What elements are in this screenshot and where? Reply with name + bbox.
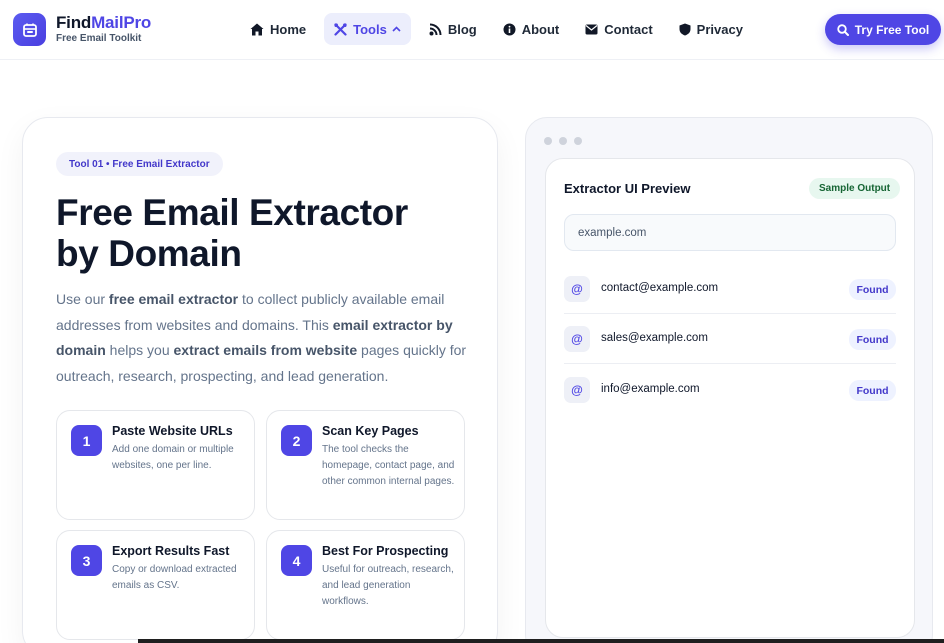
search-icon bbox=[837, 23, 849, 36]
nav-tools[interactable]: Tools bbox=[324, 13, 411, 45]
shield-icon bbox=[679, 23, 691, 35]
bottom-scroll-bar bbox=[138, 639, 944, 643]
step-card-4: 4 Best For Prospecting Useful for outrea… bbox=[266, 530, 465, 640]
step-description: Add one domain or multiple websites, one… bbox=[112, 444, 234, 471]
chevron-up-icon bbox=[392, 26, 401, 32]
step-title: Best For Prospecting bbox=[322, 544, 449, 558]
found-badge: Found bbox=[849, 279, 896, 300]
step-title: Scan Key Pages bbox=[322, 424, 419, 438]
nav-about[interactable]: About bbox=[495, 13, 568, 45]
domain-input[interactable] bbox=[564, 214, 896, 251]
step-number: 4 bbox=[281, 545, 312, 576]
step-description: Useful for outreach, research, and lead … bbox=[322, 564, 454, 607]
brand[interactable]: FindMailPro Free Email Toolkit bbox=[56, 13, 151, 45]
page-title: Free Email Extractor by Domain bbox=[56, 192, 408, 274]
window-dot bbox=[559, 137, 567, 145]
at-icon: @ bbox=[564, 326, 590, 352]
try-free-tool-button[interactable]: Try Free Tool bbox=[825, 14, 941, 45]
home-icon bbox=[250, 23, 264, 35]
preview-window: Extractor UI Preview Sample Output @ con… bbox=[525, 117, 933, 643]
brand-name: FindMailPro bbox=[56, 13, 152, 32]
tools-icon bbox=[334, 22, 347, 36]
step-number: 3 bbox=[71, 545, 102, 576]
nav-blog-label: Blog bbox=[447, 21, 477, 37]
mail-box-icon[interactable] bbox=[13, 13, 46, 46]
brand-subtitle: Free Email Toolkit bbox=[56, 33, 142, 44]
nav-tools-label: Tools bbox=[353, 21, 387, 37]
nav-about-label: About bbox=[521, 21, 560, 37]
result-email: info@example.com bbox=[601, 383, 700, 395]
step-description: Copy or download extracted emails as CSV… bbox=[112, 564, 237, 591]
window-dot bbox=[574, 137, 582, 145]
nav-privacy[interactable]: Privacy bbox=[671, 13, 751, 45]
rss-icon bbox=[429, 23, 442, 35]
nav-contact-label: Contact bbox=[604, 21, 653, 37]
cta-label: Try Free Tool bbox=[854, 22, 930, 37]
at-icon: @ bbox=[564, 276, 590, 302]
nav-home[interactable]: Home bbox=[242, 13, 314, 45]
tool-tag: Tool 01 • Free Email Extractor bbox=[56, 152, 223, 176]
nav-home-label: Home bbox=[270, 21, 307, 37]
result-email: sales@example.com bbox=[601, 332, 708, 344]
result-row: @ contact@example.com Found bbox=[564, 264, 896, 314]
step-title: Export Results Fast bbox=[112, 544, 230, 558]
hero-card: Tool 01 • Free Email Extractor Free Emai… bbox=[22, 117, 498, 643]
nav-contact[interactable]: Contact bbox=[577, 13, 660, 45]
step-title: Paste Website URLs bbox=[112, 424, 233, 438]
step-description: The tool checks the homepage, contact pa… bbox=[322, 444, 455, 487]
step-number: 1 bbox=[71, 425, 102, 456]
main-nav: Home Tools Blog About Contact Privacy bbox=[242, 13, 761, 45]
step-card-3: 3 Export Results Fast Copy or download e… bbox=[56, 530, 255, 640]
sample-output-badge: Sample Output bbox=[809, 178, 901, 199]
result-row: @ sales@example.com Found bbox=[564, 314, 896, 364]
envelope-icon bbox=[585, 24, 598, 34]
result-email: contact@example.com bbox=[601, 282, 719, 294]
at-icon: @ bbox=[564, 377, 590, 403]
info-icon bbox=[503, 23, 516, 35]
window-dot bbox=[544, 137, 552, 145]
preview-panel: Extractor UI Preview Sample Output @ con… bbox=[545, 158, 915, 638]
result-row: @ info@example.com Found bbox=[564, 365, 896, 415]
intro-text: Use our free email extractor to collect … bbox=[56, 291, 467, 384]
step-card-2: 2 Scan Key Pages The tool checks the hom… bbox=[266, 410, 465, 520]
nav-privacy-label: Privacy bbox=[696, 21, 743, 37]
preview-title: Extractor UI Preview bbox=[564, 181, 691, 196]
site-header: FindMailPro Free Email Toolkit Home Tool… bbox=[0, 0, 944, 60]
found-badge: Found bbox=[849, 380, 896, 401]
step-number: 2 bbox=[281, 425, 312, 456]
step-card-1: 1 Paste Website URLs Add one domain or m… bbox=[56, 410, 255, 520]
found-badge: Found bbox=[849, 329, 896, 350]
nav-blog[interactable]: Blog bbox=[421, 13, 485, 45]
